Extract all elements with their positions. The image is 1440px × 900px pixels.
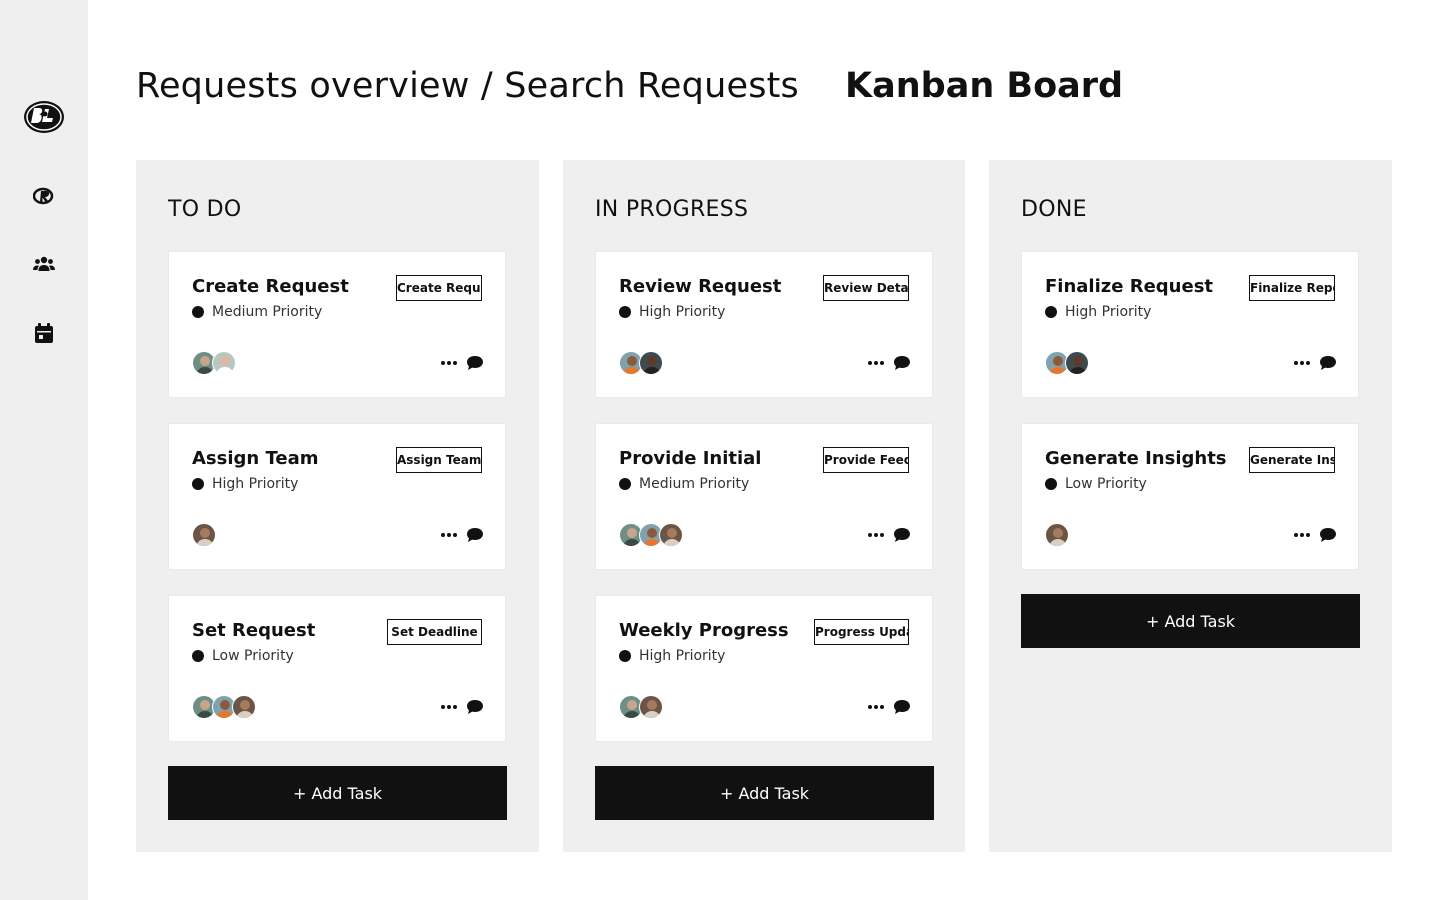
logo-icon[interactable] — [23, 100, 65, 134]
card-title: Set Request — [192, 620, 316, 641]
column-done: DONE Finalize Request Finalize Report Hi… — [989, 160, 1392, 852]
priority-label: High Priority — [619, 648, 725, 664]
priority-dot-icon — [1045, 478, 1057, 490]
avatar[interactable] — [192, 523, 216, 547]
avatar-group — [192, 523, 216, 547]
card-tag: Set Deadline — [387, 619, 482, 645]
task-card[interactable]: Review Request Review Details High Prior… — [595, 251, 933, 398]
task-card[interactable]: Set Request Set Deadline Low Priority — [168, 595, 506, 742]
column-title: IN PROGRESS — [595, 197, 749, 222]
add-task-button[interactable]: + Add Task — [595, 766, 934, 820]
priority-dot-icon — [1045, 306, 1057, 318]
priority-text: High Priority — [212, 476, 299, 492]
task-card[interactable]: Weekly Progress Progress Update High Pri… — [595, 595, 933, 742]
priority-dot-icon — [619, 478, 631, 490]
column-in-progress: IN PROGRESS Review Request Review Detail… — [563, 160, 965, 852]
avatar-group — [1045, 523, 1069, 547]
sidebar — [0, 0, 88, 900]
breadcrumb[interactable]: Requests overview / Search Requests — [136, 66, 799, 106]
priority-label: Low Priority — [192, 648, 294, 664]
priority-label: Medium Priority — [619, 476, 749, 492]
more-options-icon[interactable] — [1292, 528, 1312, 542]
priority-dot-icon — [192, 306, 204, 318]
priority-dot-icon — [192, 650, 204, 662]
avatar-group — [192, 695, 256, 719]
card-tag: Provide Feedback — [823, 447, 909, 473]
comment-icon[interactable] — [893, 355, 911, 371]
card-tag: Assign Team — [396, 447, 482, 473]
requests-icon[interactable] — [24, 186, 64, 206]
column-title: TO DO — [168, 197, 242, 222]
page-title: Kanban Board — [845, 66, 1124, 106]
priority-dot-icon — [619, 306, 631, 318]
priority-text: Low Priority — [212, 648, 294, 664]
priority-text: High Priority — [639, 304, 726, 320]
comment-icon[interactable] — [466, 355, 484, 371]
card-title: Finalize Request — [1045, 276, 1214, 297]
avatar[interactable] — [232, 695, 256, 719]
avatar[interactable] — [1045, 523, 1069, 547]
more-options-icon[interactable] — [439, 356, 459, 370]
more-options-icon[interactable] — [439, 528, 459, 542]
more-options-icon[interactable] — [866, 528, 886, 542]
card-tag: Progress Update — [814, 619, 909, 645]
add-task-button[interactable]: + Add Task — [168, 766, 507, 820]
priority-text: Low Priority — [1065, 476, 1147, 492]
task-card[interactable]: Create Request Create Request Medium Pri… — [168, 251, 506, 398]
add-task-button[interactable]: + Add Task — [1021, 594, 1360, 648]
comment-icon[interactable] — [1319, 527, 1337, 543]
avatar[interactable] — [212, 351, 236, 375]
card-title: Provide Initial — [619, 448, 762, 469]
team-icon[interactable] — [24, 254, 64, 274]
card-title: Assign Team — [192, 448, 319, 469]
avatar-group — [619, 351, 663, 375]
avatar[interactable] — [639, 351, 663, 375]
comment-icon[interactable] — [893, 527, 911, 543]
priority-label: Low Priority — [1045, 476, 1147, 492]
avatar-group — [619, 695, 663, 719]
priority-dot-icon — [619, 650, 631, 662]
comment-icon[interactable] — [1319, 355, 1337, 371]
priority-text: High Priority — [1065, 304, 1152, 320]
priority-label: High Priority — [192, 476, 298, 492]
avatar-group — [1045, 351, 1089, 375]
priority-text: Medium Priority — [639, 476, 750, 492]
more-options-icon[interactable] — [439, 700, 459, 714]
task-card[interactable]: Finalize Request Finalize Report High Pr… — [1021, 251, 1359, 398]
card-tag: Finalize Report — [1249, 275, 1335, 301]
priority-dot-icon — [192, 478, 204, 490]
task-card[interactable]: Generate Insights Generate Insights Low … — [1021, 423, 1359, 570]
more-options-icon[interactable] — [866, 356, 886, 370]
priority-label: High Priority — [619, 304, 725, 320]
priority-text: High Priority — [639, 648, 726, 664]
task-card[interactable]: Provide Initial Provide Feedback Medium … — [595, 423, 933, 570]
avatar-group — [619, 523, 683, 547]
more-options-icon[interactable] — [1292, 356, 1312, 370]
task-card[interactable]: Assign Team Assign Team High Priority — [168, 423, 506, 570]
column-todo: TO DO Create Request Create Request Medi… — [136, 160, 539, 852]
more-options-icon[interactable] — [866, 700, 886, 714]
priority-text: Medium Priority — [212, 304, 323, 320]
card-tag: Create Request — [396, 275, 482, 301]
priority-label: High Priority — [1045, 304, 1151, 320]
card-title: Weekly Progress — [619, 620, 789, 641]
calendar-icon[interactable] — [24, 322, 64, 344]
priority-label: Medium Priority — [192, 304, 322, 320]
comment-icon[interactable] — [466, 527, 484, 543]
comment-icon[interactable] — [893, 699, 911, 715]
page-header: Requests overview / Search Requests Kanb… — [136, 66, 1123, 106]
avatar[interactable] — [659, 523, 683, 547]
card-tag: Review Details — [823, 275, 909, 301]
card-title: Review Request — [619, 276, 782, 297]
card-title: Create Request — [192, 276, 349, 297]
card-title: Generate Insights — [1045, 448, 1227, 469]
avatar[interactable] — [639, 695, 663, 719]
column-title: DONE — [1021, 197, 1087, 222]
avatar[interactable] — [1065, 351, 1089, 375]
card-tag: Generate Insights — [1249, 447, 1335, 473]
avatar-group — [192, 351, 236, 375]
comment-icon[interactable] — [466, 699, 484, 715]
